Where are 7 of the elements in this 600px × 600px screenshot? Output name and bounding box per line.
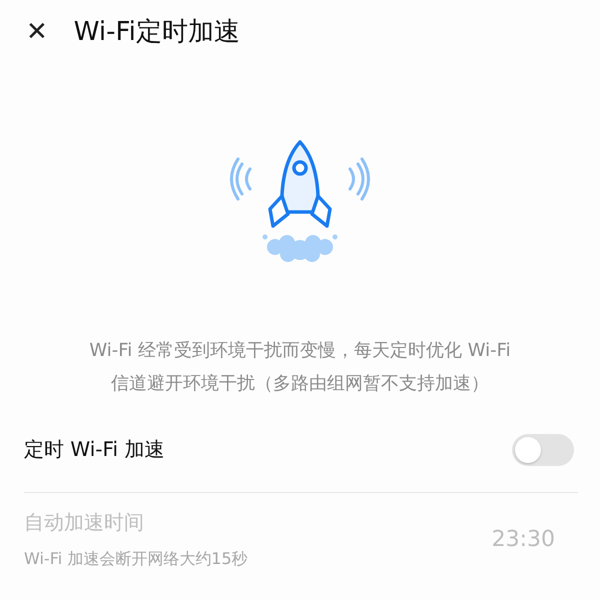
page-title: Wi-Fi定时加速 <box>74 16 240 48</box>
toggle-label: 定时 Wi-Fi 加速 <box>24 436 164 463</box>
description-text: Wi-Fi 经常受到环境干扰而变慢，每天定时优化 Wi-Fi 信道避开环境干扰（多路由组网暂不支持加速） <box>88 339 512 396</box>
setting-hint: Wi-Fi 加速会断开网络大约15秒 <box>24 548 248 570</box>
toggle-switch[interactable] <box>512 434 574 466</box>
setting-label: 自动加速时间 <box>24 509 145 536</box>
close-button[interactable]: ✕ <box>26 19 48 45</box>
